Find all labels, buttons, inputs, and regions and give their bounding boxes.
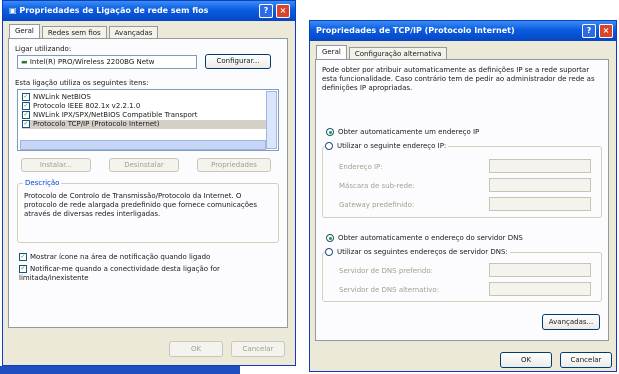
radio-selected-icon[interactable]: [326, 234, 334, 242]
components-list: ✓ NWLink NetBIOS ✓ Protocolo IEEE 802.1x v…: [17, 89, 279, 151]
install-button[interactable]: Instalar...: [21, 158, 91, 172]
close-icon[interactable]: ×: [599, 24, 613, 38]
gateway-label: Gateway predefinido:: [339, 201, 415, 209]
dns-manual-option[interactable]: Utilizar os seguintes endereços de servi…: [325, 248, 510, 256]
ip-address-field[interactable]: [489, 159, 591, 173]
tab-general[interactable]: Geral: [9, 24, 40, 39]
subnet-mask-field[interactable]: [489, 178, 591, 192]
right-cancel-button[interactable]: Cancelar: [560, 352, 612, 368]
list-item[interactable]: ✓ Protocolo IEEE 802.1x v2.2.1.0: [22, 102, 275, 111]
adapter-box: ▬ Intel(R) PRO/Wireless 2200BG Netw: [17, 55, 197, 69]
wireless-connection-properties-dialog: ▣ Propriedades de Ligação de rede sem fi…: [2, 0, 296, 366]
description-title: Descrição: [23, 179, 62, 187]
notify-option[interactable]: ✓ Notificar-me quando a conectividade des…: [19, 265, 277, 283]
ip-auto-option[interactable]: Obter automaticamente um endereço IP: [326, 128, 479, 136]
configure-button[interactable]: Configurar...: [205, 54, 271, 69]
adapter-name: Intel(R) PRO/Wireless 2200BG Netw: [29, 58, 155, 66]
close-icon[interactable]: ×: [276, 4, 290, 18]
right-general-panel: Pode obter por atribuir automaticamente …: [315, 59, 609, 341]
list-horizontal-scrollbar[interactable]: [20, 140, 266, 150]
list-item[interactable]: ✓ NWLink NetBIOS: [22, 93, 275, 102]
checkbox-icon[interactable]: ✓: [22, 93, 30, 101]
dns-preferred-field[interactable]: [489, 263, 591, 277]
subnet-label: Máscara de sub-rede:: [339, 182, 415, 190]
adapter-icon: ▬: [21, 58, 30, 66]
checkbox-icon[interactable]: ✓: [22, 102, 30, 110]
checkbox-icon[interactable]: ✓: [19, 265, 27, 273]
items-label: Esta ligação utiliza os seguintes itens:: [15, 79, 149, 87]
description-text: Protocolo de Controlo de Transmissão/Pro…: [24, 192, 258, 218]
right-dialog-title-bar[interactable]: Propriedades de TCP/IP (Protocolo Intern…: [310, 21, 616, 41]
checkbox-icon[interactable]: ✓: [22, 120, 30, 128]
left-dialog-title-bar[interactable]: ▣ Propriedades de Ligação de rede sem fi…: [3, 1, 295, 21]
tcpip-properties-dialog: Propriedades de TCP/IP (Protocolo Intern…: [309, 20, 617, 372]
checkbox-icon[interactable]: ✓: [22, 111, 30, 119]
list-item-selected[interactable]: ✓ Protocolo TCP/IP (Protocolo Internet): [22, 120, 275, 129]
network-icon: ▣: [9, 6, 20, 15]
ip-address-label: Endereço IP:: [339, 163, 383, 171]
radio-selected-icon[interactable]: [326, 128, 334, 136]
dns-alternate-field[interactable]: [489, 282, 591, 296]
left-general-panel: Ligar utilizando: ▬ Intel(R) PRO/Wireles…: [8, 38, 288, 328]
ip-settings-group: Utilizar o seguinte endereço IP: Endereç…: [322, 142, 602, 218]
connect-using-label: Ligar utilizando:: [15, 45, 72, 53]
list-vertical-scrollbar[interactable]: [266, 91, 277, 149]
advanced-button[interactable]: Avançadas...: [542, 314, 600, 330]
left-dialog-title: Propriedades de Ligação de rede sem fios: [19, 6, 209, 15]
left-cancel-button[interactable]: Cancelar: [231, 341, 285, 357]
show-icon-option[interactable]: ✓ Mostrar ícone na área de notificação qu…: [19, 253, 210, 261]
ip-manual-option[interactable]: Utilizar o seguinte endereço IP:: [325, 142, 449, 150]
left-ok-button[interactable]: OK: [169, 341, 223, 357]
dns-preferred-label: Servidor de DNS preferido:: [339, 267, 433, 275]
right-ok-button[interactable]: OK: [500, 352, 552, 368]
radio-icon[interactable]: [325, 142, 333, 150]
radio-icon[interactable]: [325, 248, 333, 256]
default-gateway-field[interactable]: [489, 197, 591, 211]
dns-alternate-label: Servidor de DNS alternativo:: [339, 286, 440, 294]
description-group: Descrição Protocolo de Controlo de Trans…: [17, 179, 279, 243]
dns-settings-group: Utilizar os seguintes endereços de servi…: [322, 248, 602, 302]
help-icon[interactable]: ?: [259, 4, 273, 18]
intro-text: Pode obter por atribuir automaticamente …: [322, 66, 595, 92]
checkbox-icon[interactable]: ✓: [19, 253, 27, 261]
list-item[interactable]: ✓ NWLink IPX/SPX/NetBIOS Compatible Trans…: [22, 111, 275, 120]
properties-button[interactable]: Propriedades: [197, 158, 271, 172]
help-icon[interactable]: ?: [582, 24, 596, 38]
uninstall-button[interactable]: Desinstalar: [109, 158, 179, 172]
taskbar-strip: [0, 366, 240, 374]
tab-general[interactable]: Geral: [316, 45, 347, 60]
dns-auto-option[interactable]: Obter automaticamente o endereço do serv…: [326, 234, 523, 242]
